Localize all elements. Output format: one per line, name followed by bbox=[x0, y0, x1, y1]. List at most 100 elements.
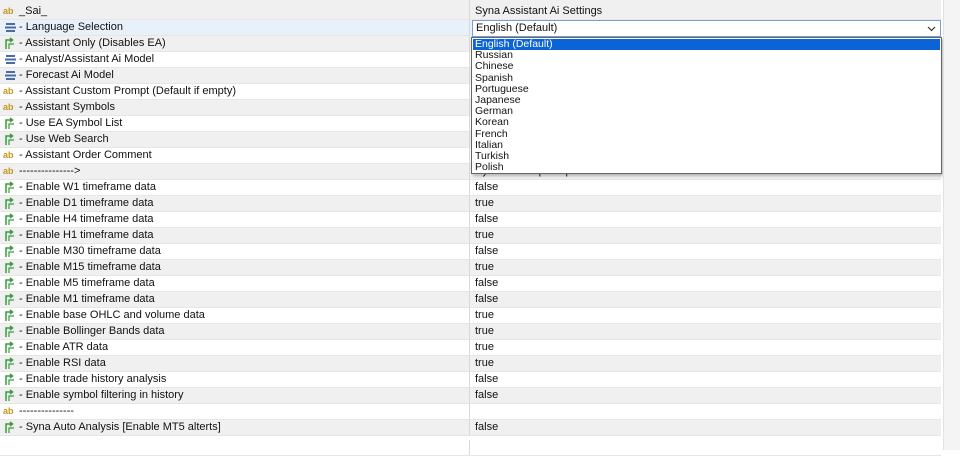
grid-row-partial-bottom bbox=[0, 440, 941, 456]
param-name: - Enable M15 timeframe data bbox=[19, 261, 161, 273]
language-option[interactable]: French bbox=[473, 128, 940, 140]
grid-row[interactable]: - Enable symbol filtering in history fals… bbox=[0, 388, 941, 404]
param-name: - Use EA Symbol List bbox=[19, 117, 123, 129]
value-cell[interactable]: true bbox=[471, 260, 941, 275]
language-option[interactable]: Russian bbox=[473, 50, 940, 61]
param-value: false bbox=[475, 293, 499, 305]
value-cell[interactable]: false bbox=[471, 372, 941, 387]
param-name: - Enable D1 timeframe data bbox=[19, 197, 154, 209]
grid-row[interactable]: ab --------------- bbox=[0, 404, 941, 420]
enum-param-icon bbox=[4, 69, 18, 82]
value-cell[interactable]: true bbox=[471, 356, 941, 371]
name-cell: ab - Assistant Order Comment bbox=[0, 148, 470, 163]
param-name: - Enable M1 timeframe data bbox=[19, 293, 155, 305]
language-option[interactable]: Chinese bbox=[473, 61, 940, 72]
grid-row[interactable]: - Enable W1 timeframe data false bbox=[0, 180, 941, 196]
param-name: - Enable ATR data bbox=[19, 341, 109, 353]
language-option[interactable]: Italian bbox=[473, 139, 940, 151]
bool-param-icon bbox=[4, 389, 18, 402]
bool-param-icon bbox=[4, 213, 18, 226]
language-option[interactable]: English (Default) bbox=[473, 39, 940, 50]
language-dropdown-list: English (Default) Russian Chinese Spanish Po… bbox=[471, 37, 942, 174]
side-panel-edge bbox=[943, 0, 960, 450]
name-cell: - Enable RSI data bbox=[0, 356, 470, 371]
grid-row[interactable]: - Enable ATR data true bbox=[0, 340, 941, 356]
name-cell: - Enable M5 timeframe data bbox=[0, 276, 470, 291]
name-cell: - Enable Bollinger Bands data bbox=[0, 324, 470, 339]
name-cell: - Enable D1 timeframe data bbox=[0, 196, 470, 211]
param-value: false bbox=[475, 245, 499, 257]
language-option[interactable]: Portuguese bbox=[473, 83, 940, 95]
param-name: - Language Selection bbox=[19, 21, 123, 33]
value-cell[interactable]: false bbox=[471, 212, 941, 227]
bool-param-icon bbox=[4, 277, 18, 290]
param-value: true bbox=[475, 325, 494, 337]
bool-param-icon bbox=[4, 341, 18, 354]
param-name: - Enable M30 timeframe data bbox=[19, 245, 161, 257]
value-cell[interactable]: true bbox=[471, 324, 941, 339]
grid-row[interactable]: - Enable M5 timeframe data false bbox=[0, 276, 941, 292]
value-cell[interactable]: false bbox=[471, 276, 941, 291]
string-param-icon: ab bbox=[3, 6, 14, 16]
language-select-value: English (Default) bbox=[476, 22, 558, 34]
value-cell[interactable]: Syna Assistant Ai Settings bbox=[471, 4, 941, 19]
param-name: - Assistant Order Comment bbox=[19, 149, 152, 161]
param-name: - Enable M5 timeframe data bbox=[19, 277, 155, 289]
value-cell[interactable]: true bbox=[471, 308, 941, 323]
value-cell[interactable]: false bbox=[471, 388, 941, 403]
grid-row[interactable]: - Enable H4 timeframe data false bbox=[0, 212, 941, 228]
value-cell[interactable]: false bbox=[471, 244, 941, 259]
param-value: false bbox=[475, 277, 499, 289]
param-name: - Enable H1 timeframe data bbox=[19, 229, 154, 241]
bool-param-icon bbox=[4, 197, 18, 210]
grid-row[interactable]: - Enable M15 timeframe data true bbox=[0, 260, 941, 276]
string-param-icon: ab bbox=[3, 150, 14, 160]
name-cell: - Enable M15 timeframe data bbox=[0, 260, 470, 275]
grid-row[interactable]: - Enable M30 timeframe data false bbox=[0, 244, 941, 260]
grid-row[interactable]: - Enable RSI data true bbox=[0, 356, 941, 372]
param-name: - Enable trade history analysis bbox=[19, 373, 167, 385]
name-cell: - Enable W1 timeframe data bbox=[0, 180, 470, 195]
grid-row[interactable]: - Enable H1 timeframe data true bbox=[0, 228, 941, 244]
grid-row[interactable]: - Enable trade history analysis false bbox=[0, 372, 941, 388]
value-cell[interactable] bbox=[471, 404, 941, 419]
value-cell[interactable]: false bbox=[471, 292, 941, 307]
bool-param-icon bbox=[4, 421, 18, 434]
grid-row[interactable]: ab _Sai_ Syna Assistant Ai Settings bbox=[0, 4, 941, 20]
grid-row[interactable]: - Enable Bollinger Bands data true bbox=[0, 324, 941, 340]
language-option[interactable]: Spanish bbox=[473, 72, 940, 84]
bool-param-icon bbox=[4, 37, 18, 50]
language-option[interactable]: Polish bbox=[473, 162, 940, 173]
language-option[interactable]: Japanese bbox=[473, 95, 940, 106]
grid-row[interactable]: - Enable base OHLC and volume data true bbox=[0, 308, 941, 324]
value-cell[interactable]: true bbox=[471, 196, 941, 211]
name-cell: - Forecast Ai Model bbox=[0, 68, 470, 83]
language-option[interactable]: Turkish bbox=[473, 151, 940, 162]
language-option[interactable]: German bbox=[473, 106, 940, 117]
value-cell[interactable]: true bbox=[471, 340, 941, 355]
value-cell[interactable]: true bbox=[471, 228, 941, 243]
string-param-icon: ab bbox=[3, 406, 14, 416]
language-select[interactable]: English (Default) bbox=[472, 20, 941, 37]
name-cell: - Enable ATR data bbox=[0, 340, 470, 355]
param-value: true bbox=[475, 357, 494, 369]
bool-param-icon bbox=[4, 373, 18, 386]
bool-param-icon bbox=[4, 133, 18, 146]
language-option[interactable]: Korean bbox=[473, 117, 940, 128]
bool-param-icon bbox=[4, 117, 18, 130]
chevron-down-icon[interactable] bbox=[927, 24, 936, 33]
param-value: true bbox=[475, 229, 494, 241]
name-cell: ab --------------- bbox=[0, 404, 470, 419]
grid-row[interactable]: - Enable D1 timeframe data true bbox=[0, 196, 941, 212]
grid-row[interactable]: - Syna Auto Analysis [Enable MT5 alterts… bbox=[0, 420, 941, 436]
grid-row[interactable]: - Enable M1 timeframe data false bbox=[0, 292, 941, 308]
param-name: - Assistant Symbols bbox=[19, 101, 115, 113]
string-param-icon: ab bbox=[3, 102, 14, 112]
param-name: - Use Web Search bbox=[19, 133, 109, 145]
param-value: false bbox=[475, 389, 499, 401]
value-cell[interactable]: false bbox=[471, 180, 941, 195]
bool-param-icon bbox=[4, 245, 18, 258]
value-cell[interactable]: false bbox=[471, 420, 941, 435]
bool-param-icon bbox=[4, 309, 18, 322]
name-cell bbox=[0, 440, 470, 455]
